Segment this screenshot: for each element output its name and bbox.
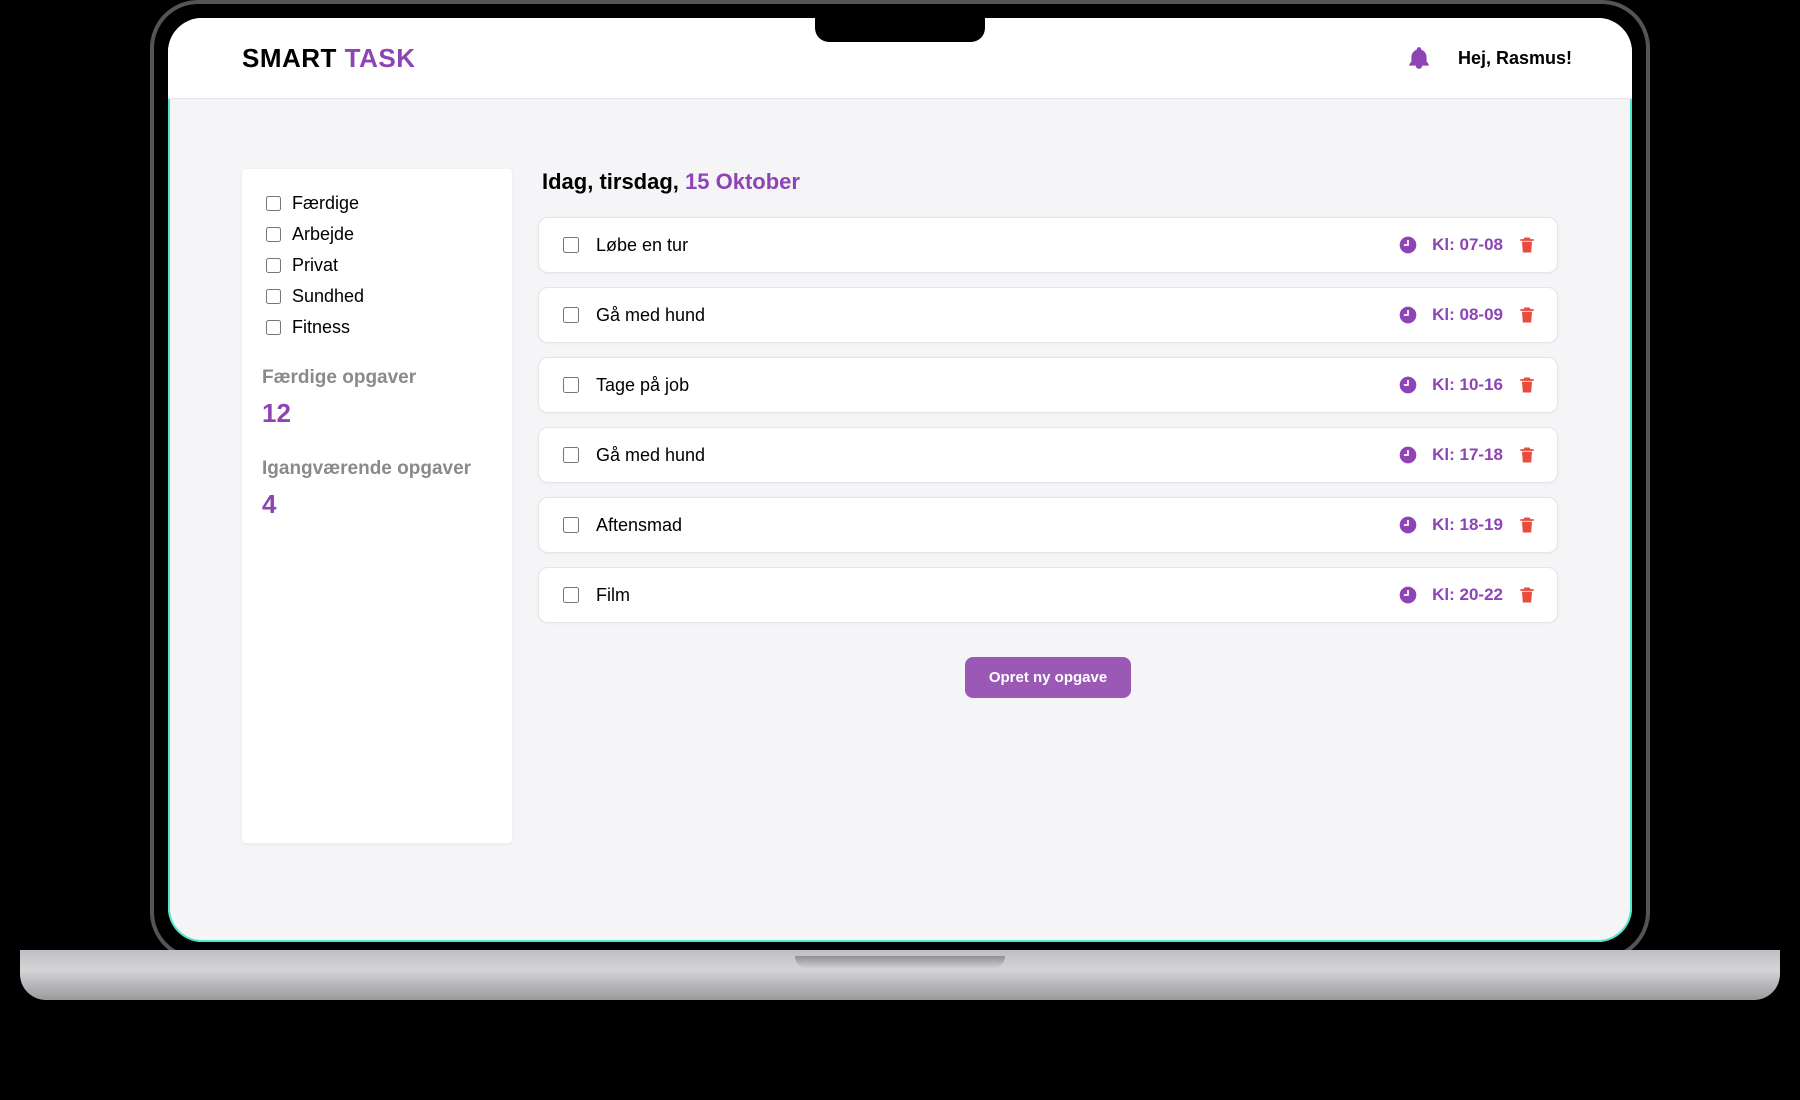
task-title: Aftensmad: [596, 515, 682, 536]
filter-checkbox[interactable]: [266, 320, 281, 335]
trash-icon[interactable]: [1517, 375, 1537, 395]
filter-checkbox[interactable]: [266, 289, 281, 304]
date-prefix: Idag, tirsdag,: [542, 169, 685, 194]
task-list: Løbe en tur Kl: 07-08 Gå med hund Kl: 08-09…: [538, 217, 1558, 623]
bell-icon[interactable]: [1406, 45, 1432, 71]
topbar-right: Hej, Rasmus!: [1406, 45, 1572, 71]
filter-label: Fitness: [292, 317, 350, 338]
app-root: SMART TASK Hej, Rasmus!: [168, 18, 1632, 942]
task-checkbox[interactable]: [563, 377, 579, 393]
task-title: Gå med hund: [596, 305, 705, 326]
clock-icon: [1398, 375, 1418, 395]
task-title: Film: [596, 585, 630, 606]
task-row: Tage på job Kl: 10-16: [538, 357, 1558, 413]
brand-word-2: TASK: [345, 43, 416, 73]
filter-checkbox[interactable]: [266, 196, 281, 211]
device-shadow: [80, 1006, 1720, 1032]
task-row: Gå med hund Kl: 08-09: [538, 287, 1558, 343]
date-accent: 15 Oktober: [685, 169, 800, 194]
trash-icon[interactable]: [1517, 445, 1537, 465]
device-notch: [815, 18, 985, 42]
clock-icon: [1398, 305, 1418, 325]
task-right: Kl: 20-22: [1398, 585, 1537, 605]
filter-checkbox[interactable]: [266, 258, 281, 273]
filter-checkbox[interactable]: [266, 227, 281, 242]
task-left: Tage på job: [559, 374, 1398, 396]
task-right: Kl: 08-09: [1398, 305, 1537, 325]
task-time: Kl: 10-16: [1432, 375, 1503, 395]
screen: SMART TASK Hej, Rasmus!: [168, 18, 1632, 942]
task-left: Aftensmad: [559, 514, 1398, 536]
filter-label: Færdige: [292, 193, 359, 214]
device-base: [20, 950, 1780, 1000]
completed-count: 12: [262, 398, 492, 429]
task-left: Film: [559, 584, 1398, 606]
filter-label: Privat: [292, 255, 338, 276]
task-time: Kl: 17-18: [1432, 445, 1503, 465]
task-time: Kl: 18-19: [1432, 515, 1503, 535]
task-title: Gå med hund: [596, 445, 705, 466]
task-time: Kl: 08-09: [1432, 305, 1503, 325]
task-checkbox[interactable]: [563, 447, 579, 463]
task-row: Film Kl: 20-22: [538, 567, 1558, 623]
task-right: Kl: 07-08: [1398, 235, 1537, 255]
task-right: Kl: 18-19: [1398, 515, 1537, 535]
task-checkbox[interactable]: [563, 587, 579, 603]
trash-icon[interactable]: [1517, 235, 1537, 255]
filter-item[interactable]: Privat: [262, 255, 492, 276]
clock-icon: [1398, 585, 1418, 605]
clock-icon: [1398, 515, 1418, 535]
filter-item[interactable]: Sundhed: [262, 286, 492, 307]
greeting: Hej, Rasmus!: [1458, 48, 1572, 69]
main: Idag, tirsdag, 15 Oktober Løbe en tur Kl:…: [538, 169, 1558, 902]
device-frame: SMART TASK Hej, Rasmus!: [150, 0, 1650, 960]
task-row: Aftensmad Kl: 18-19: [538, 497, 1558, 553]
filter-label: Arbejde: [292, 224, 354, 245]
completed-label: Færdige opgaver: [262, 366, 492, 390]
task-time: Kl: 07-08: [1432, 235, 1503, 255]
task-left: Løbe en tur: [559, 234, 1398, 256]
page-title: Idag, tirsdag, 15 Oktober: [542, 169, 1558, 195]
filter-label: Sundhed: [292, 286, 364, 307]
task-checkbox[interactable]: [563, 307, 579, 323]
clock-icon: [1398, 445, 1418, 465]
create-task-button[interactable]: Opret ny opgave: [965, 657, 1131, 698]
filter-item[interactable]: Fitness: [262, 317, 492, 338]
task-row: Gå med hund Kl: 17-18: [538, 427, 1558, 483]
filter-item[interactable]: Arbejde: [262, 224, 492, 245]
pending-label: Igangværende opgaver: [262, 457, 492, 481]
filter-list: Færdige Arbejde Privat: [262, 193, 492, 338]
clock-icon: [1398, 235, 1418, 255]
pending-count: 4: [262, 489, 492, 520]
task-checkbox[interactable]: [563, 517, 579, 533]
brand: SMART TASK: [242, 43, 416, 74]
body: Færdige Arbejde Privat: [168, 99, 1632, 942]
trash-icon[interactable]: [1517, 515, 1537, 535]
trash-icon[interactable]: [1517, 585, 1537, 605]
task-title: Løbe en tur: [596, 235, 688, 256]
task-right: Kl: 17-18: [1398, 445, 1537, 465]
task-left: Gå med hund: [559, 304, 1398, 326]
task-checkbox[interactable]: [563, 237, 579, 253]
task-left: Gå med hund: [559, 444, 1398, 466]
trash-icon[interactable]: [1517, 305, 1537, 325]
sidebar: Færdige Arbejde Privat: [242, 169, 512, 843]
brand-word-1: SMART: [242, 43, 337, 73]
filter-item[interactable]: Færdige: [262, 193, 492, 214]
task-row: Løbe en tur Kl: 07-08: [538, 217, 1558, 273]
task-title: Tage på job: [596, 375, 689, 396]
task-time: Kl: 20-22: [1432, 585, 1503, 605]
task-right: Kl: 10-16: [1398, 375, 1537, 395]
